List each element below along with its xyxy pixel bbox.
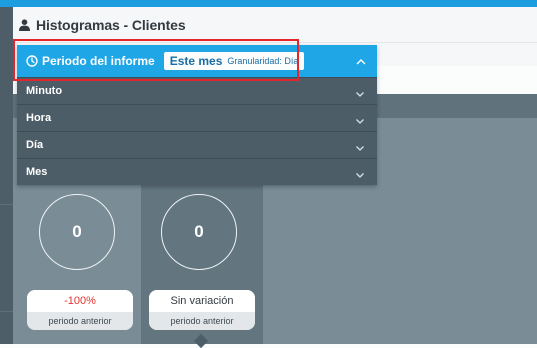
sidebar-separator (0, 311, 13, 312)
top-accent-bar (0, 0, 537, 7)
option-label: Hora (26, 112, 52, 124)
value-circle: 0 (161, 194, 237, 270)
histogram-card: 0 -100% periodo anterior (19, 184, 141, 344)
chevron-down-icon (355, 86, 365, 97)
granularity-option-hora[interactable]: Hora (17, 104, 377, 131)
comparison-badge: Sin variación periodo anterior (149, 290, 255, 330)
sidebar-separator (0, 204, 13, 205)
left-sidebar (0, 7, 13, 344)
change-caption: periodo anterior (27, 312, 133, 330)
option-label: Día (26, 139, 44, 151)
page-header: Histogramas - Clientes (18, 14, 186, 36)
card-value: 0 (194, 222, 204, 241)
chevron-down-icon (355, 167, 365, 178)
change-value: -100% (27, 290, 133, 312)
chevron-up-icon[interactable] (355, 55, 367, 67)
comparison-badge: -100% periodo anterior (27, 290, 133, 330)
chevron-down-icon (355, 140, 365, 151)
granularity-label: Granularidad: Día (227, 56, 299, 66)
histogram-card: 0 Sin variación periodo anterior (141, 184, 263, 344)
change-value: Sin variación (149, 290, 255, 312)
clock-icon (26, 55, 38, 67)
chevron-down-icon (355, 113, 365, 124)
selected-period-pill[interactable]: Este mes Granularidad: Día (163, 52, 305, 70)
page-title: Histogramas - Clientes (36, 17, 186, 33)
report-period-toggle[interactable]: Periodo del informe Este mes Granularida… (17, 45, 377, 77)
user-icon (18, 19, 30, 31)
selected-period: Este mes (169, 54, 223, 68)
report-period-label: Periodo del informe (42, 54, 155, 68)
option-label: Mes (26, 166, 48, 178)
report-period-dropdown: Periodo del informe Este mes Granularida… (17, 45, 377, 185)
value-circle: 0 (39, 194, 115, 270)
granularity-option-dia[interactable]: Día (17, 131, 377, 158)
option-label: Minuto (26, 85, 63, 97)
change-caption: periodo anterior (149, 312, 255, 330)
granularity-option-mes[interactable]: Mes (17, 158, 377, 185)
header-divider (13, 42, 537, 43)
granularity-option-minuto[interactable]: Minuto (17, 77, 377, 104)
card-value: 0 (72, 222, 82, 241)
